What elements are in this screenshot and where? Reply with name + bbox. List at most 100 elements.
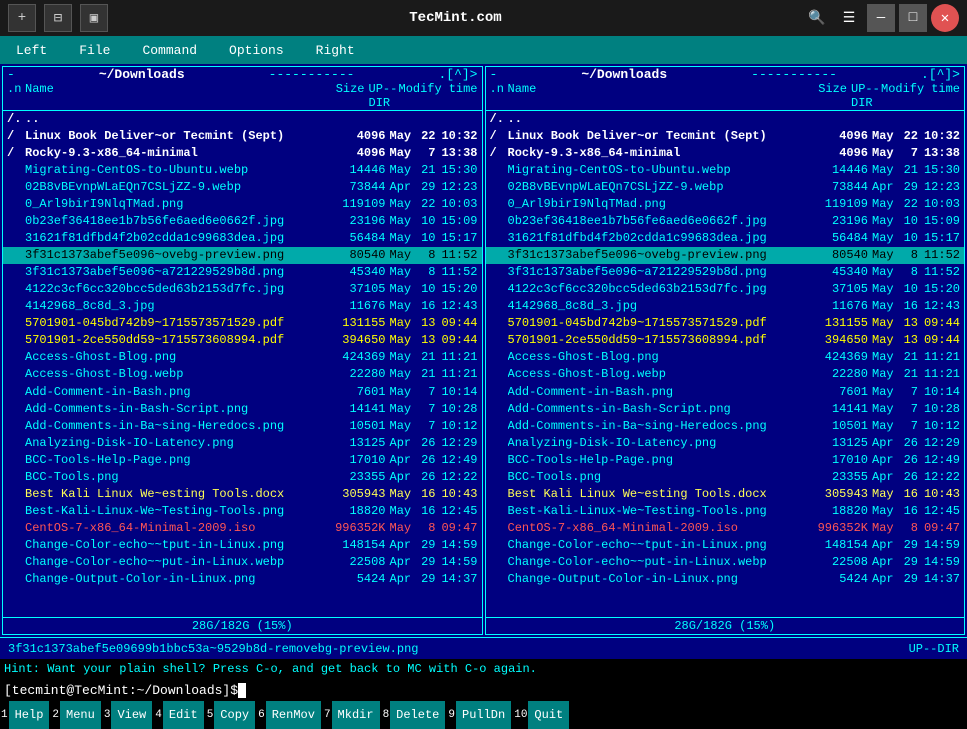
list-item[interactable]: 4142968_8c8d_3.jpg11676May1612:43 [486, 298, 965, 315]
list-item[interactable]: Change-Output-Color-in-Linux.png5424Apr2… [486, 571, 965, 588]
list-item[interactable]: Access-Ghost-Blog.webp22280May2111:21 [486, 366, 965, 383]
list-item[interactable]: BCC-Tools-Help-Page.png17010Apr2612:49 [486, 452, 965, 469]
minimize-button[interactable]: — [867, 4, 895, 32]
list-item[interactable]: 0_Arl9birI9NlqTMad.png119109May2210:03 [3, 196, 482, 213]
list-item[interactable]: BCC-Tools-Help-Page.png17010Apr2612:49 [3, 452, 482, 469]
close-button[interactable]: ✕ [931, 4, 959, 32]
file-col-n [7, 247, 25, 264]
list-item[interactable]: /Linux Book Deliver~or Tecmint (Sept)409… [3, 128, 482, 145]
menu-item-left[interactable]: Left [0, 39, 63, 62]
menu-item-right[interactable]: Right [300, 39, 371, 62]
list-item[interactable]: 5701901-045bd742b9~1715573571529.pdf1311… [3, 315, 482, 332]
list-item[interactable]: 3f31c1373abef5e096~ovebg-preview.png8054… [486, 247, 965, 264]
list-item[interactable]: Add-Comment-in-Bash.png7601May710:14 [3, 384, 482, 401]
list-item[interactable]: 3f31c1373abef5e096~ovebg-preview.png8054… [3, 247, 482, 264]
list-item[interactable]: 5701901-2ce550dd59~1715573608994.pdf3946… [486, 332, 965, 349]
menu-item-file[interactable]: File [63, 39, 126, 62]
list-item[interactable]: Best-Kali-Linux-We~Testing-Tools.png1882… [3, 503, 482, 520]
file-col-day: 8 [420, 520, 436, 537]
file-col-n [7, 315, 25, 332]
file-col-day: 16 [420, 486, 436, 503]
list-item[interactable]: Add-Comment-in-Bash.png7601May710:14 [486, 384, 965, 401]
fkey-copy[interactable]: 5Copy [206, 701, 257, 729]
list-item[interactable]: 4122c3cf6cc320bcc5ded63b2153d7fc.jpg3710… [3, 281, 482, 298]
fkey-menu[interactable]: 2Menu [51, 701, 102, 729]
fkey-view[interactable]: 3View [103, 701, 154, 729]
command-line[interactable]: [tecmint@TecMint:~/Downloads]$ [0, 679, 967, 701]
file-col-time: 09:47 [436, 520, 478, 537]
list-item[interactable]: Access-Ghost-Blog.webp22280May2111:21 [3, 366, 482, 383]
menu-item-options[interactable]: Options [213, 39, 300, 62]
list-item[interactable]: Best Kali Linux We~esting Tools.docx3059… [486, 486, 965, 503]
file-col-size: 10501 [800, 418, 868, 435]
list-item[interactable]: BCC-Tools.png23355Apr2612:22 [3, 469, 482, 486]
list-item[interactable]: 0b23ef36418ee1b7b56fe6aed6e0662f.jpg2319… [486, 213, 965, 230]
list-item[interactable]: 0b23ef36418ee1b7b56fe6aed6e0662f.jpg2319… [3, 213, 482, 230]
list-item[interactable]: Access-Ghost-Blog.png424369May2111:21 [3, 349, 482, 366]
file-col-size: 14141 [318, 401, 386, 418]
terminal-button[interactable]: ▣ [80, 4, 108, 32]
fkey-pulldn[interactable]: 9PullDn [447, 701, 513, 729]
list-item[interactable]: 31621f81dfbd4f2b02cdda1c99683dea.jpg5648… [3, 230, 482, 247]
list-item[interactable]: /Linux Book Deliver~or Tecmint (Sept)409… [486, 128, 965, 145]
list-item[interactable]: /... [486, 111, 965, 128]
file-col-size: 11676 [800, 298, 868, 315]
file-col-day: 7 [420, 145, 436, 162]
list-item[interactable]: Add-Comments-in-Bash-Script.png14141May7… [3, 401, 482, 418]
search-button[interactable]: 🔍 [803, 4, 831, 32]
list-item[interactable]: 0_Arl9birI9NlqTMad.png119109May2210:03 [486, 196, 965, 213]
list-item[interactable]: CentOS-7-x86_64-Minimal-2009.iso996352KM… [486, 520, 965, 537]
list-item[interactable]: Migrating-CentOS-to-Ubuntu.webp14446May2… [3, 162, 482, 179]
left-panel-header-dots: ----------- [269, 67, 355, 82]
list-item[interactable]: /Rocky-9.3-x86_64-minimal4096May713:38 [3, 145, 482, 162]
fkey-edit[interactable]: 4Edit [154, 701, 205, 729]
list-item[interactable]: BCC-Tools.png23355Apr2612:22 [486, 469, 965, 486]
fkey-renmov[interactable]: 6RenMov [257, 701, 323, 729]
list-item[interactable]: 4122c3cf6cc320bcc5ded63b2153d7fc.jpg3710… [486, 281, 965, 298]
list-item[interactable]: Change-Color-echo~~put-in-Linux.webp2250… [3, 554, 482, 571]
list-item[interactable]: CentOS-7-x86_64-Minimal-2009.iso996352KM… [3, 520, 482, 537]
new-tab-button[interactable]: + [8, 4, 36, 32]
fkey-mkdir[interactable]: 7Mkdir [323, 701, 382, 729]
list-item[interactable]: Change-Color-echo~~tput-in-Linux.png1481… [3, 537, 482, 554]
maximize-button[interactable]: □ [899, 4, 927, 32]
list-item[interactable]: /Rocky-9.3-x86_64-minimal4096May713:38 [486, 145, 965, 162]
list-item[interactable]: Access-Ghost-Blog.png424369May2111:21 [486, 349, 965, 366]
file-col-size: 14141 [800, 401, 868, 418]
file-col-name: 5701901-045bd742b9~1715573571529.pdf [508, 315, 801, 332]
list-item[interactable]: Migrating-CentOS-to-Ubuntu.webp14446May2… [486, 162, 965, 179]
list-item[interactable]: 3f31c1373abef5e096~a721229529b8d.png4534… [486, 264, 965, 281]
list-item[interactable]: 31621f81dfbd4f2b02cdda1c99683dea.jpg5648… [486, 230, 965, 247]
split-button[interactable]: ⊟ [44, 4, 72, 32]
fkey-quit[interactable]: 10Quit [513, 701, 569, 729]
fkey-label: Delete [390, 701, 445, 729]
list-item[interactable]: Analyzing-Disk-IO-Latency.png13125Apr261… [486, 435, 965, 452]
list-item[interactable]: 02B8vBEvnpWLaEQn7CSLjZZ-9.webp73844Apr29… [486, 179, 965, 196]
list-item[interactable]: Add-Comments-in-Bash-Script.png14141May7… [486, 401, 965, 418]
fkey-help[interactable]: 1Help [0, 701, 51, 729]
list-item[interactable]: Change-Color-echo~~tput-in-Linux.png1481… [486, 537, 965, 554]
file-col-name: CentOS-7-x86_64-Minimal-2009.iso [25, 520, 318, 537]
hamburger-menu-button[interactable]: ☰ [835, 4, 863, 32]
list-item[interactable]: Change-Output-Color-in-Linux.png5424Apr2… [3, 571, 482, 588]
fkey-delete[interactable]: 8Delete [382, 701, 448, 729]
list-item[interactable]: 4142968_8c8d_3.jpg11676May1612:43 [3, 298, 482, 315]
list-item[interactable]: Change-Color-echo~~put-in-Linux.webp2250… [486, 554, 965, 571]
list-item[interactable]: Add-Comments-in-Ba~sing-Heredocs.png1050… [3, 418, 482, 435]
file-col-size: 996352K [800, 520, 868, 537]
list-item[interactable]: 5701901-045bd742b9~1715573571529.pdf1311… [486, 315, 965, 332]
menu-item-command[interactable]: Command [126, 39, 213, 62]
list-item[interactable]: Add-Comments-in-Ba~sing-Heredocs.png1050… [486, 418, 965, 435]
file-col-month: May [390, 298, 420, 315]
list-item[interactable]: Analyzing-Disk-IO-Latency.png13125Apr261… [3, 435, 482, 452]
list-item[interactable]: Best Kali Linux We~esting Tools.docx3059… [3, 486, 482, 503]
list-item[interactable]: 5701901-2ce550dd59~1715573608994.pdf3946… [3, 332, 482, 349]
list-item[interactable]: 02B8vBEvnpWLaEQn7CSLjZZ-9.webp73844Apr29… [3, 179, 482, 196]
file-col-day: 10 [902, 230, 918, 247]
left-col-time: time [440, 82, 478, 110]
list-item[interactable]: 3f31c1373abef5e096~a721229529b8d.png4534… [3, 264, 482, 281]
list-item[interactable]: Best-Kali-Linux-We~Testing-Tools.png1882… [486, 503, 965, 520]
file-col-n [490, 384, 508, 401]
file-col-month: Apr [872, 554, 902, 571]
list-item[interactable]: /... [3, 111, 482, 128]
